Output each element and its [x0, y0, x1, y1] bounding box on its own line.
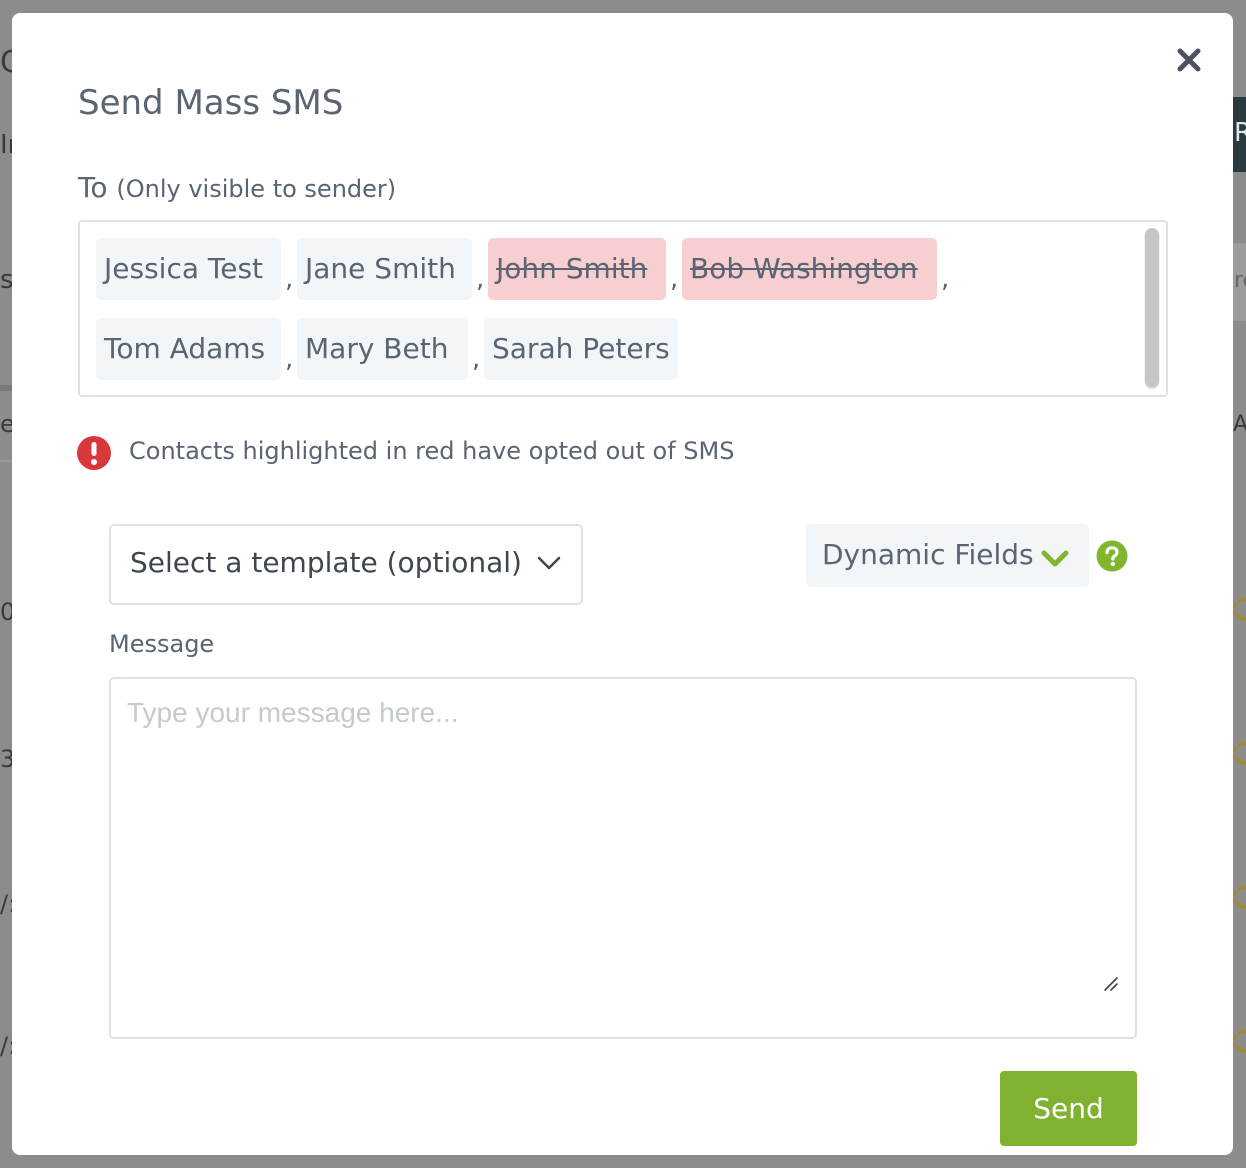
bg-fragment: A: [1233, 412, 1246, 437]
chevron-down-icon: [1041, 550, 1069, 567]
recipient-separator: ,: [472, 344, 481, 374]
message-label: Message: [109, 630, 215, 658]
recipient-tag[interactable]: Sarah Peters: [484, 318, 678, 380]
bg-divider: [0, 460, 12, 462]
recipient-separator: ,: [476, 264, 485, 294]
close-button[interactable]: [1174, 45, 1204, 75]
close-icon: [1177, 48, 1201, 72]
bg-fragment: R: [1234, 118, 1246, 148]
to-label-text: To: [78, 171, 108, 204]
recipient-separator: ,: [941, 264, 950, 294]
recipient-separator: ,: [670, 264, 679, 294]
question-circle-icon[interactable]: [1096, 540, 1128, 572]
recipients-field[interactable]: Jessica Test , Jane Smith , John Smith ,…: [78, 220, 1168, 397]
recipients-scrollbar[interactable]: [1144, 228, 1160, 390]
chevron-down-icon: [537, 556, 561, 570]
recipient-separator: ,: [285, 344, 294, 374]
exclamation-circle-icon: [77, 436, 111, 470]
recipient-tag-opted-out[interactable]: John Smith: [488, 238, 666, 300]
recipient-tag[interactable]: Jessica Test: [96, 238, 281, 300]
message-input[interactable]: [109, 677, 1137, 1039]
recipient-tag[interactable]: Tom Adams: [96, 318, 281, 380]
dynamic-fields-button[interactable]: Dynamic Fields: [806, 524, 1089, 587]
send-button[interactable]: Send: [1000, 1071, 1137, 1146]
recipient-separator: ,: [285, 264, 294, 294]
template-select-value: Select a template (optional): [130, 546, 522, 579]
bg-fragment: ro: [1234, 268, 1246, 293]
send-mass-sms-modal: Send Mass SMS To (Only visible to sender…: [12, 13, 1233, 1155]
recipients-scrollbar-thumb[interactable]: [1145, 228, 1159, 388]
dynamic-fields-label: Dynamic Fields: [822, 538, 1034, 571]
template-select[interactable]: Select a template (optional): [109, 524, 583, 605]
recipient-tag-opted-out[interactable]: Bob Washington: [682, 238, 937, 300]
modal-title: Send Mass SMS: [78, 83, 344, 123]
recipient-tag[interactable]: Mary Beth: [297, 318, 468, 380]
to-label: To (Only visible to sender): [78, 171, 396, 204]
opt-out-warning-text: Contacts highlighted in red have opted o…: [129, 437, 735, 465]
resize-handle-icon[interactable]: [1101, 974, 1119, 992]
recipient-tag[interactable]: Jane Smith: [297, 238, 472, 300]
bg-divider: [0, 385, 12, 391]
to-visibility-note: (Only visible to sender): [116, 175, 397, 203]
